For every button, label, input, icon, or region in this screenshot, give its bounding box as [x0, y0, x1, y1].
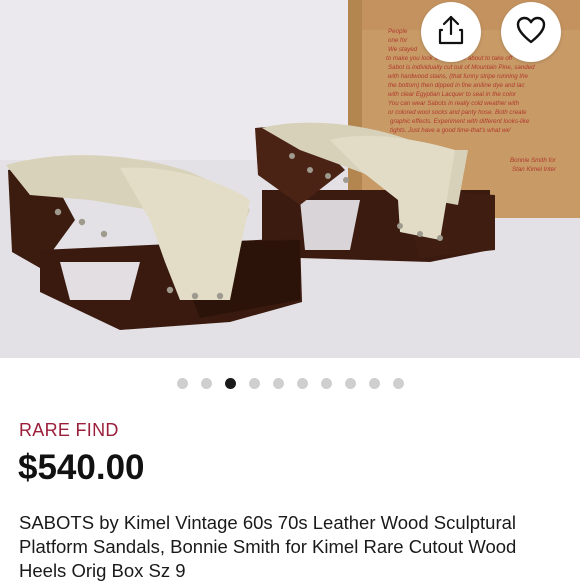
share-icon [436, 14, 466, 51]
box-text-line: the bottom) then dipped in fine aniline … [388, 82, 525, 89]
carousel-dot[interactable] [344, 378, 356, 389]
box-text-line: graphic effects. Experiment with differe… [390, 118, 530, 125]
heart-icon [515, 15, 547, 50]
share-button[interactable] [421, 2, 481, 62]
box-text-line: with clear Egyptian Lacquer to seal in t… [388, 91, 517, 98]
carousel-dot[interactable] [320, 378, 332, 389]
rare-find-badge: RARE FIND [19, 420, 119, 440]
like-button[interactable] [501, 2, 561, 62]
box-text-line: with hardwood stains, (that funny stripe… [388, 73, 529, 80]
carousel-dot[interactable] [224, 378, 236, 389]
carousel-dot[interactable] [248, 378, 260, 389]
box-text-line: Stan Kimel Inter [512, 166, 557, 173]
box-text-line: Bonnie Smith for [510, 157, 557, 164]
box-text-line: Sabot is individually cut out of Mountai… [388, 64, 535, 71]
carousel-dot[interactable] [368, 378, 380, 389]
carousel-dot[interactable] [296, 378, 308, 389]
carousel-pagination [0, 378, 580, 389]
product-image[interactable]: Peopleone forWe stayedto make you look l… [0, 0, 580, 358]
carousel-dot[interactable] [200, 378, 212, 389]
listing-title: SABOTS by Kimel Vintage 60s 70s Leather … [19, 512, 517, 581]
box-text-line: We stayed [388, 46, 418, 53]
carousel-dot[interactable] [392, 378, 404, 389]
box-text-line: one for [388, 37, 408, 44]
carousel-dot[interactable] [176, 378, 188, 389]
carousel-dot[interactable] [272, 378, 284, 389]
box-text-line: or colored wool socks and panty hose. Bo… [388, 109, 527, 116]
listing-price: $540.00 [18, 448, 145, 487]
box-text-line: People [388, 28, 408, 35]
box-text-line: tights. Just have a good time-that's wha… [390, 127, 512, 134]
box-text-line: You can wear Sabots in really cold weath… [388, 100, 520, 107]
